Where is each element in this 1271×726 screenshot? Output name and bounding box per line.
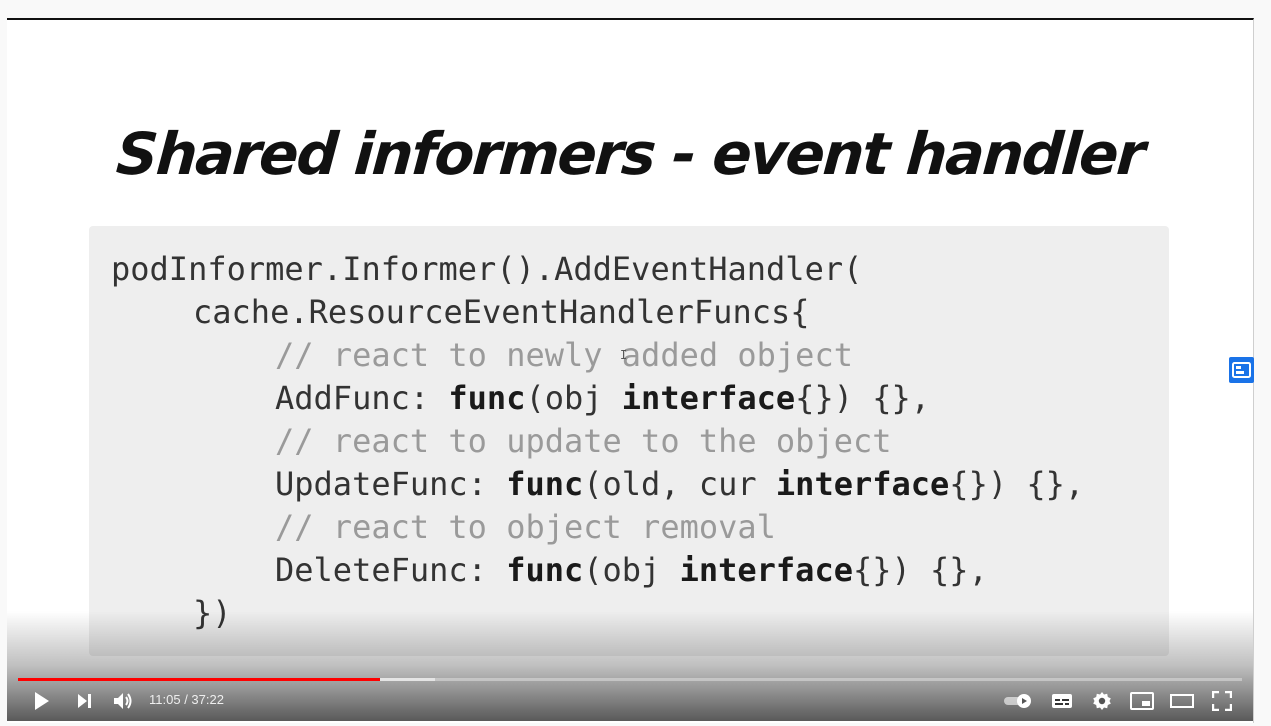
- code-line: UpdateFunc: func(old, cur interface{}) {…: [275, 463, 1084, 506]
- play-button[interactable]: [29, 688, 53, 714]
- autoplay-toggle-icon: [1004, 694, 1031, 708]
- code-keyword: interface: [621, 379, 796, 417]
- settings-button[interactable]: [1090, 688, 1114, 714]
- gear-icon: [1093, 692, 1111, 710]
- theater-mode-button[interactable]: [1169, 688, 1195, 714]
- miniplayer-button[interactable]: [1129, 688, 1155, 714]
- play-icon: [35, 692, 49, 710]
- subtitles-button[interactable]: [1050, 688, 1074, 714]
- next-button[interactable]: [72, 688, 96, 714]
- progress-bar[interactable]: [18, 678, 1242, 681]
- code-text: // react to object removal: [275, 508, 776, 546]
- code-text: (obj: [583, 551, 680, 589]
- fullscreen-button[interactable]: [1210, 688, 1234, 714]
- code-text: (old, cur: [583, 465, 776, 503]
- time-separator: /: [180, 692, 192, 707]
- code-text: AddFunc:: [275, 379, 449, 417]
- code-keyword: func: [506, 551, 584, 589]
- code-line: }): [193, 592, 232, 635]
- code-text: (obj: [525, 379, 622, 417]
- code-text: {}) {},: [949, 465, 1085, 503]
- code-keyword: interface: [679, 551, 853, 589]
- code-keyword: func: [448, 379, 526, 417]
- code-text: // react to update to the object: [275, 422, 892, 460]
- chapter-panel-icon[interactable]: [1229, 357, 1254, 383]
- text-cursor-icon: I: [620, 348, 628, 362]
- code-keyword: func: [506, 465, 584, 503]
- autoplay-toggle[interactable]: [1002, 688, 1034, 714]
- code-line: AddFunc: func(obj interface{}) {},: [275, 377, 930, 420]
- code-line: cache.ResourceEventHandlerFuncs{: [193, 291, 810, 334]
- code-text: // react to newly added object: [275, 336, 853, 374]
- code-comment-line: // react to update to the object: [275, 420, 892, 463]
- subtitles-icon: [1052, 694, 1072, 708]
- miniplayer-icon: [1130, 692, 1154, 710]
- code-text: cache.ResourceEventHandlerFuncs{: [193, 293, 810, 331]
- slide-title: Shared informers - event handler: [114, 120, 1146, 188]
- code-line: DeleteFunc: func(obj interface{}) {},: [275, 549, 988, 592]
- code-text: {}) {},: [852, 551, 988, 589]
- code-text: UpdateFunc:: [275, 465, 507, 503]
- progress-played: [18, 678, 381, 681]
- code-block: podInformer.Informer().AddEventHandler( c…: [89, 226, 1169, 656]
- volume-button[interactable]: [110, 688, 136, 714]
- code-comment-line: // react to object removal: [275, 506, 776, 549]
- volume-icon: [114, 693, 132, 709]
- fullscreen-icon: [1212, 691, 1232, 711]
- video-player[interactable]: Shared informers - event handler podInfo…: [7, 18, 1254, 723]
- code-comment-line: // react to newly added object: [275, 334, 853, 377]
- code-text: {}) {},: [795, 379, 931, 417]
- code-keyword: interface: [775, 465, 950, 503]
- code-text: DeleteFunc:: [275, 551, 507, 589]
- time-display: 11:05 / 37:22: [149, 692, 224, 707]
- time-total: 37:22: [191, 692, 224, 707]
- code-text: podInformer.Informer().AddEventHandler(: [111, 250, 863, 288]
- code-text: }): [193, 594, 232, 632]
- next-icon: [78, 694, 91, 708]
- theater-mode-icon: [1170, 694, 1194, 708]
- code-line: podInformer.Informer().AddEventHandler(: [111, 248, 862, 291]
- time-current: 11:05: [149, 692, 181, 707]
